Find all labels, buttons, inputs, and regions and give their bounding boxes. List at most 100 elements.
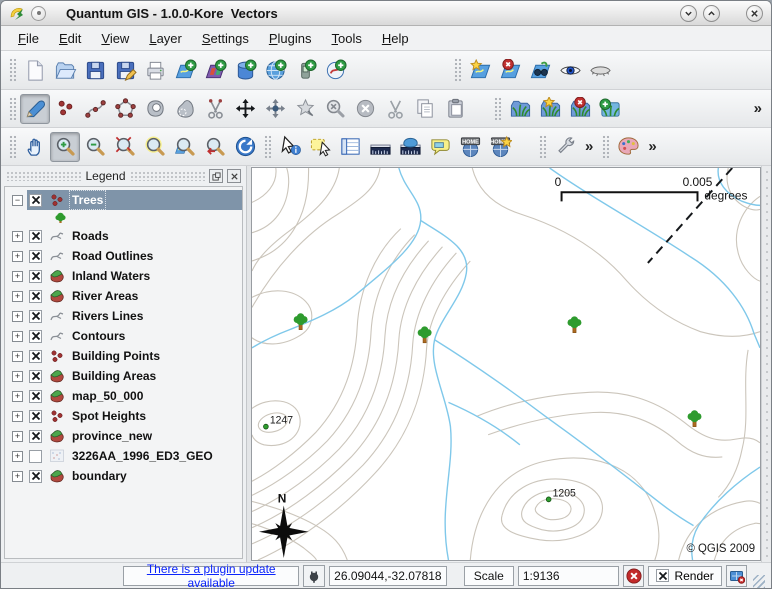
plugin-manager-button[interactable] <box>303 565 325 587</box>
layer-visibility-checkbox[interactable] <box>29 390 42 403</box>
projection-button[interactable] <box>726 565 748 587</box>
save-project-button[interactable] <box>80 55 110 85</box>
close-grass-mapset-button[interactable] <box>565 94 595 124</box>
layer-visibility-checkbox[interactable] <box>29 194 42 207</box>
legend-layer-inland-waters[interactable]: + Inland Waters <box>5 266 242 286</box>
pan-map-button[interactable] <box>20 132 50 162</box>
toolbar-grip[interactable] <box>539 135 546 158</box>
menu-settings[interactable]: Settings <box>193 28 258 49</box>
new-vector-layer-button[interactable] <box>465 55 495 85</box>
expand-toggle[interactable]: + <box>12 311 23 322</box>
legend-layer-rivers-lines[interactable]: + Rivers Lines <box>5 306 242 326</box>
layer-visibility-checkbox[interactable] <box>29 290 42 303</box>
expand-toggle[interactable]: + <box>12 411 23 422</box>
map-tips-button[interactable] <box>425 132 455 162</box>
zoom-last-button[interactable] <box>200 132 230 162</box>
add-wfs-layer-button[interactable] <box>320 55 350 85</box>
qgis-sponsors-button[interactable]: HOME <box>485 132 515 162</box>
legend-layer-road-outlines[interactable]: + Road Outlines <box>5 246 242 266</box>
show-all-layers-button[interactable] <box>555 55 585 85</box>
layer-visibility-checkbox[interactable] <box>29 310 42 323</box>
add-wms-layer-button[interactable] <box>260 55 290 85</box>
add-raster-layer-button[interactable] <box>200 55 230 85</box>
menu-tools[interactable]: Tools <box>322 28 370 49</box>
close-panel-button[interactable] <box>227 169 241 183</box>
toolbar-grip[interactable] <box>9 97 16 120</box>
qgis-home-button[interactable]: HOME <box>455 132 485 162</box>
legend-layer-spot-heights[interactable]: + Spot Heights <box>5 406 242 426</box>
delete-selected-button[interactable] <box>290 94 320 124</box>
legend-layer-province-new[interactable]: + province_new <box>5 426 242 446</box>
menu-help[interactable]: Help <box>373 28 418 49</box>
add-vector-layer-button[interactable] <box>170 55 200 85</box>
legend-layer-building-areas[interactable]: + Building Areas <box>5 366 242 386</box>
menu-view[interactable]: View <box>92 28 138 49</box>
expand-toggle[interactable]: + <box>12 471 23 482</box>
toggle-editing-button[interactable] <box>20 94 50 124</box>
scale-input[interactable] <box>523 569 614 583</box>
expand-toggle[interactable]: + <box>12 371 23 382</box>
right-dock-handle[interactable] <box>761 166 771 562</box>
zoom-out-button[interactable] <box>80 132 110 162</box>
refresh-map-button[interactable] <box>230 132 260 162</box>
zoom-to-layer-button[interactable] <box>170 132 200 162</box>
measure-line-button[interactable] <box>365 132 395 162</box>
expand-toggle[interactable]: + <box>12 351 23 362</box>
layer-visibility-checkbox[interactable] <box>29 410 42 423</box>
legend-layer-building-points[interactable]: + Building Points <box>5 346 242 366</box>
menu-layer[interactable]: Layer <box>140 28 191 49</box>
expand-toggle[interactable]: + <box>12 451 23 462</box>
plugin-update-link[interactable]: There is a plugin update available <box>131 562 291 589</box>
select-features-button[interactable] <box>305 132 335 162</box>
expand-toggle[interactable]: + <box>12 271 23 282</box>
legend-layer-roads[interactable]: + Roads <box>5 226 242 246</box>
legend-layer-map-50-000[interactable]: + map_50_000 <box>5 386 242 406</box>
open-grass-tools-button[interactable] <box>595 94 625 124</box>
add-ring-button[interactable] <box>140 94 170 124</box>
menu-plugins[interactable]: Plugins <box>260 28 321 49</box>
toolbar-overflow-button[interactable]: » <box>749 100 767 117</box>
render-toggle[interactable]: Render <box>648 566 721 586</box>
close-button[interactable] <box>746 5 763 22</box>
legend-layer-river-areas[interactable]: + River Areas <box>5 286 242 306</box>
render-checkbox[interactable] <box>656 569 669 582</box>
zoom-in-button[interactable] <box>50 132 80 162</box>
menu-file[interactable]: File <box>9 28 48 49</box>
toolbar-grip[interactable] <box>9 58 16 82</box>
new-project-button[interactable] <box>20 55 50 85</box>
toolbar-grip[interactable] <box>454 58 461 82</box>
minimize-button[interactable] <box>680 5 697 22</box>
style-palette-button[interactable] <box>613 132 643 162</box>
layer-visibility-checkbox[interactable] <box>29 250 42 263</box>
toolbar-overflow-button[interactable]: » <box>643 138 661 155</box>
print-composer-button[interactable] <box>140 55 170 85</box>
collapse-toggle[interactable]: − <box>12 195 23 206</box>
map-canvas[interactable]: 0 0.005 degrees 1247 1205 <box>251 167 761 561</box>
save-project-as-button[interactable] <box>110 55 140 85</box>
expand-toggle[interactable]: + <box>12 291 23 302</box>
toolbar-grip[interactable] <box>9 135 16 158</box>
measure-area-button[interactable] <box>395 132 425 162</box>
menu-edit[interactable]: Edit <box>50 28 90 49</box>
layer-visibility-checkbox[interactable] <box>29 350 42 363</box>
expand-toggle[interactable]: + <box>12 331 23 342</box>
zoom-to-selection-button[interactable] <box>140 132 170 162</box>
add-island-button[interactable] <box>170 94 200 124</box>
paste-features-button[interactable] <box>440 94 470 124</box>
layer-visibility-checkbox[interactable] <box>29 270 42 283</box>
legend-layer-trees[interactable]: − Trees <box>5 190 242 210</box>
legend-layer-boundary[interactable]: + boundary <box>5 466 242 486</box>
delete-vertex-button[interactable] <box>320 94 350 124</box>
hide-all-layers-button[interactable] <box>585 55 615 85</box>
toolbar-grip[interactable] <box>264 135 271 158</box>
expand-toggle[interactable]: + <box>12 251 23 262</box>
split-features-button[interactable] <box>200 94 230 124</box>
open-attribute-table-button[interactable] <box>335 132 365 162</box>
zoom-full-extent-button[interactable] <box>110 132 140 162</box>
layer-visibility-checkbox[interactable] <box>29 330 42 343</box>
add-to-overview-button[interactable] <box>525 55 555 85</box>
toolbar-overflow-button[interactable]: » <box>580 138 598 155</box>
float-panel-button[interactable] <box>209 169 223 183</box>
open-grass-mapset-button[interactable] <box>505 94 535 124</box>
layer-visibility-checkbox[interactable] <box>29 470 42 483</box>
